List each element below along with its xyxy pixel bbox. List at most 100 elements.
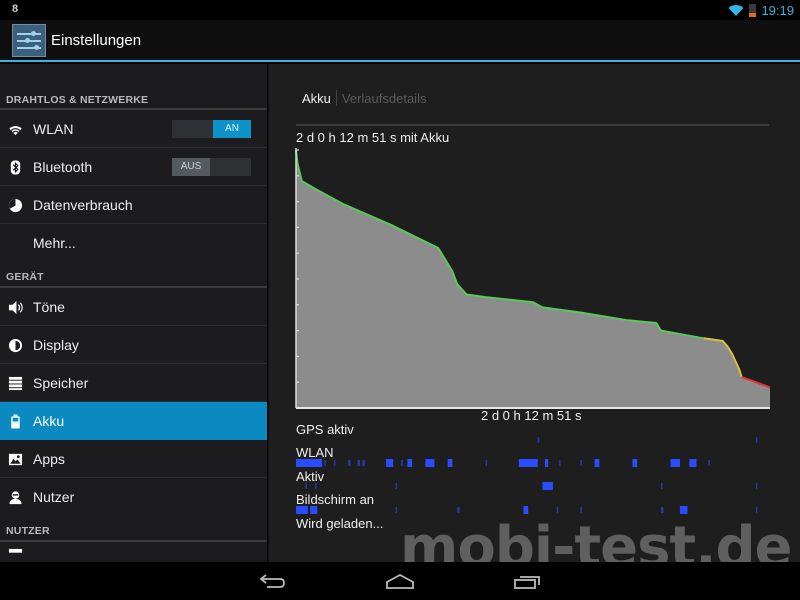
track-segment: [580, 460, 582, 466]
brightness-icon: [8, 338, 23, 353]
track-segment: [401, 460, 404, 466]
wifi-icon: [728, 4, 744, 16]
track-segment: [542, 482, 553, 490]
track-segment: [348, 460, 351, 466]
wifi-icon: [9, 126, 22, 136]
activity-tracks: [296, 437, 758, 514]
sidebar-item-label: WLAN: [33, 120, 74, 137]
track-segment: [357, 460, 360, 466]
list-icon: [8, 548, 23, 553]
bluetooth-icon: [10, 160, 21, 175]
back-icon[interactable]: [258, 570, 288, 592]
tab-history-details[interactable]: Verlaufsdetails: [342, 91, 427, 106]
action-bar: Einstellungen: [0, 20, 800, 62]
track-segment: [661, 483, 663, 489]
track-segment: [333, 460, 336, 466]
track-segment: [296, 459, 323, 467]
sidebar-item-users[interactable]: Nutzer: [0, 478, 267, 516]
navigation-bar: [0, 562, 800, 600]
battery-icon: [11, 414, 20, 429]
sidebar-item-label: Display: [33, 336, 79, 353]
sound-icon: [8, 300, 23, 315]
track-segment: [559, 460, 561, 466]
battery-panel: Akku Verlaufsdetails 2 d 0 h 12 m 51 s m…: [268, 64, 800, 562]
sidebar-item-storage[interactable]: Speicher: [0, 364, 267, 402]
sidebar-item-wlan[interactable]: WLAN AN: [0, 110, 267, 148]
storage-icon: [8, 376, 23, 391]
track-segment: [544, 459, 549, 467]
section-header-user: NUTZER: [0, 516, 267, 542]
chart-x-label: 2 d 0 h 12 m 51 s: [481, 408, 582, 423]
track-segment: [755, 437, 758, 443]
screen: 8 19:19 Einstellungen DRAHTLOS & NETZWER…: [0, 0, 800, 600]
track-segment: [755, 483, 758, 489]
sidebar-item-label: Töne: [33, 298, 65, 315]
sidebar-item-bluetooth[interactable]: Bluetooth AUS: [0, 148, 267, 186]
bluetooth-toggle[interactable]: AUS: [172, 158, 251, 176]
sidebar-item-label: Mehr...: [33, 235, 76, 251]
notification-count: 8: [12, 3, 19, 15]
toggle-label: AUS: [172, 158, 210, 176]
track-segment: [386, 459, 394, 467]
track-label-gps: GPS aktiv: [296, 422, 354, 437]
sidebar-item-label: Bluetooth: [33, 158, 93, 175]
tab-bar: Akku Verlaufsdetails: [302, 90, 426, 106]
sidebar-item-label: Nutzer: [33, 489, 75, 505]
status-bar: 8 19:19: [0, 0, 800, 20]
battery-low-icon: [749, 3, 757, 17]
track-segment: [305, 483, 307, 489]
track-segment: [632, 459, 638, 467]
track-segment: [523, 506, 529, 514]
sidebar-item-data-usage[interactable]: Datenverbrauch: [0, 186, 267, 224]
user-icon: [9, 491, 22, 505]
track-segment: [556, 507, 559, 513]
track-segment: [324, 460, 326, 466]
track-segment: [755, 507, 758, 513]
track-segment: [362, 460, 365, 466]
tab-battery[interactable]: Akku: [302, 91, 331, 106]
track-segment: [518, 459, 538, 467]
sidebar-item-battery[interactable]: Akku: [0, 402, 267, 440]
wlan-toggle[interactable]: AN: [172, 120, 251, 138]
track-segment: [447, 459, 453, 467]
battery-duration-label: 2 d 0 h 12 m 51 s mit Akku: [296, 130, 450, 145]
section-header-device: GERÄT: [0, 262, 267, 288]
track-segment: [425, 459, 435, 467]
recent-apps-icon[interactable]: [512, 570, 542, 592]
track-segment: [661, 507, 664, 513]
track-segment: [315, 483, 317, 489]
track-segment: [670, 459, 680, 467]
sidebar-item-partial[interactable]: [0, 542, 267, 562]
battery-history-chart[interactable]: [293, 144, 773, 414]
section-header-wireless: DRAHTLOS & NETZWERKE: [0, 64, 267, 110]
divider: [296, 124, 769, 126]
track-segment: [485, 460, 488, 466]
home-icon[interactable]: [385, 570, 415, 592]
apps-icon: [8, 453, 23, 466]
track-segment: [395, 507, 397, 513]
sidebar-item-sounds[interactable]: Töne: [0, 288, 267, 326]
settings-sliders-icon[interactable]: [12, 24, 46, 57]
sidebar-item-apps[interactable]: Apps: [0, 440, 267, 478]
data-usage-icon: [8, 198, 23, 213]
sidebar-item-label: Datenverbrauch: [33, 196, 133, 213]
track-segment: [395, 483, 397, 489]
sidebar-item-label: Akku: [33, 412, 65, 429]
sidebar-item-display[interactable]: Display: [0, 326, 267, 364]
sidebar-item-label: Apps: [33, 450, 65, 467]
track-segment: [679, 506, 688, 514]
track-segment: [310, 506, 318, 514]
app-title: Einstellungen: [51, 32, 142, 49]
track-segment: [407, 459, 413, 467]
track-segment: [580, 507, 582, 513]
tab-divider: [335, 90, 337, 106]
track-segment: [708, 460, 710, 466]
track-segment: [296, 506, 308, 514]
settings-sidebar: DRAHTLOS & NETZWERKE WLAN AN Bluetooth A…: [0, 64, 267, 562]
toggle-label: AN: [213, 120, 251, 138]
sidebar-item-label: Speicher: [33, 374, 89, 391]
sidebar-item-more[interactable]: Mehr...: [0, 224, 267, 262]
track-segment: [457, 507, 460, 513]
track-segment: [594, 459, 600, 467]
clock: 19:19: [761, 2, 794, 18]
